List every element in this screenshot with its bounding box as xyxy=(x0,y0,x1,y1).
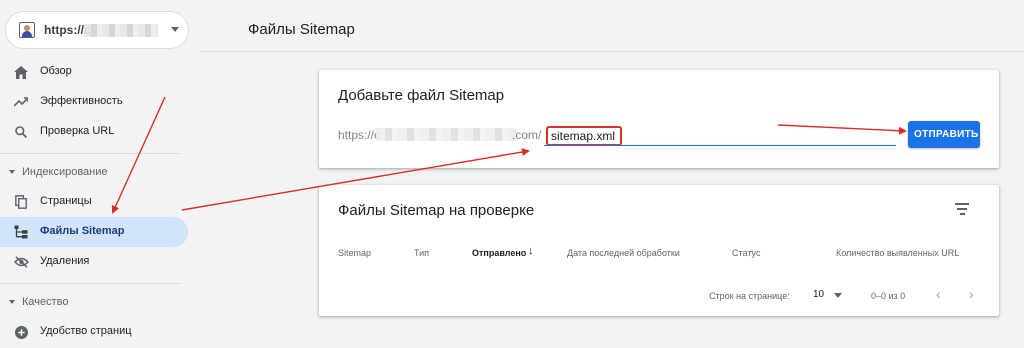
property-url-redacted xyxy=(84,24,158,37)
sidebar-item-label: Проверка URL xyxy=(40,125,115,137)
search-icon xyxy=(13,124,29,140)
page-title: Файлы Sitemap xyxy=(248,21,355,38)
header-divider xyxy=(200,51,1024,52)
chevron-down-icon[interactable] xyxy=(834,293,842,298)
sidebar-item-label: Удобство страниц xyxy=(40,325,132,337)
sidebar-item-label: Обзор xyxy=(40,65,72,77)
input-underline xyxy=(544,145,896,146)
url-prefix-end: .com/ xyxy=(512,128,542,142)
sidebar-item-pages[interactable]: Страницы xyxy=(0,187,188,217)
section-indexing[interactable]: Индексирование xyxy=(0,162,188,182)
visibility-off-icon xyxy=(13,254,29,270)
column-header-discovered-urls[interactable]: Количество выявленных URL xyxy=(836,248,959,258)
column-header-last-read[interactable]: Дата последней обработки xyxy=(567,248,680,258)
sidebar-item-overview[interactable]: Обзор xyxy=(0,57,188,87)
filter-icon[interactable] xyxy=(954,203,970,217)
caret-down-icon xyxy=(9,300,15,304)
column-header-sitemap[interactable]: Sitemap xyxy=(338,248,371,258)
sidebar-item-performance[interactable]: Эффективность xyxy=(0,87,188,117)
pagination-range: 0–0 из 0 xyxy=(871,291,906,301)
section-label: Индексирование xyxy=(22,166,108,178)
url-prefix-redacted xyxy=(376,128,516,141)
sidebar-item-label: Страницы xyxy=(40,195,92,207)
add-circle-icon xyxy=(13,324,29,340)
url-prefix-start: https://c xyxy=(338,128,381,142)
property-selector[interactable]: https://c xyxy=(5,11,189,49)
sidebar-item-url-inspection[interactable]: Проверка URL xyxy=(0,117,188,147)
sidebar-item-page-experience[interactable]: Удобство страниц xyxy=(0,317,188,347)
home-icon xyxy=(13,64,29,80)
avatar xyxy=(19,22,35,38)
chevron-left-icon[interactable]: ‹ xyxy=(936,286,941,302)
rows-per-page-select[interactable]: 10 xyxy=(813,289,824,300)
submit-button[interactable]: ОТПРАВИТЬ xyxy=(908,121,980,148)
pages-icon xyxy=(13,194,29,210)
arrow-down-icon: ↓ xyxy=(528,245,534,257)
rows-per-page-label: Строк на странице: xyxy=(709,291,790,301)
submitted-sitemaps-card: Файлы Sitemap на проверке Sitemap Тип От… xyxy=(319,185,999,316)
sitemap-icon xyxy=(13,224,29,240)
divider xyxy=(0,153,180,154)
divider xyxy=(0,283,180,284)
caret-down-icon xyxy=(9,170,15,174)
column-header-status[interactable]: Статус xyxy=(732,248,760,258)
trending-up-icon xyxy=(13,94,29,110)
section-label: Качество xyxy=(22,296,69,308)
section-quality[interactable]: Качество xyxy=(0,292,188,312)
sidebar-item-removals[interactable]: Удаления xyxy=(0,247,188,277)
add-sitemap-title: Добавьте файл Sitemap xyxy=(338,87,505,104)
chevron-right-icon[interactable]: › xyxy=(969,286,974,302)
column-header-submitted[interactable]: Отправлено xyxy=(472,248,526,258)
sidebar: https://c Обзор Эффективность Проверка U… xyxy=(0,0,200,348)
chevron-down-icon xyxy=(171,27,179,32)
sitemap-url-input[interactable] xyxy=(546,126,622,146)
submitted-sitemaps-title: Файлы Sitemap на проверке xyxy=(338,202,535,219)
sidebar-item-sitemaps[interactable]: Файлы Sitemap xyxy=(0,217,188,247)
add-sitemap-card: Добавьте файл Sitemap https://c .com/ ОТ… xyxy=(319,70,999,168)
sidebar-item-label: Удаления xyxy=(40,255,90,267)
sidebar-item-label: Эффективность xyxy=(40,95,123,107)
sidebar-item-label: Файлы Sitemap xyxy=(40,225,125,237)
column-header-type[interactable]: Тип xyxy=(414,248,429,258)
